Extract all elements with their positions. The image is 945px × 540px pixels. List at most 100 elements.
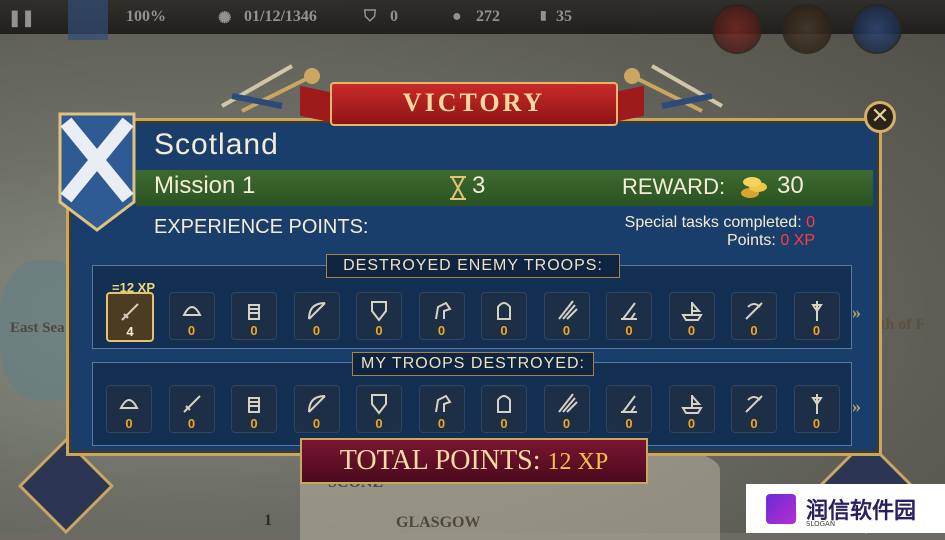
destroyed-unit-tile[interactable]: 0 <box>543 292 590 340</box>
special-tasks-value: 0 <box>806 214 815 231</box>
map-barrel-count: 1 <box>264 512 272 529</box>
reward-value: 30 <box>777 172 804 199</box>
gauntlet-icon <box>248 304 260 320</box>
catapult-icon <box>621 302 637 320</box>
destroyed-unit-tile[interactable]: 4 <box>106 292 154 342</box>
tech-circle-icon[interactable] <box>782 4 832 54</box>
close-button[interactable]: ✕ <box>864 101 896 133</box>
pike-icon <box>557 393 578 413</box>
pause-icon[interactable]: ❚❚ <box>8 8 35 28</box>
destroyed-unit-tile[interactable]: 0 <box>293 292 340 340</box>
lost-unit-tile[interactable]: 0 <box>606 385 652 433</box>
destroyed-unit-count: 0 <box>562 323 571 338</box>
destroyed-unit-count: 0 <box>750 323 758 338</box>
crossbow-icon <box>745 302 763 320</box>
destroyed-unit-count: 0 <box>437 323 446 338</box>
total-points-value: 12 XP <box>547 449 609 475</box>
shield-icon: ⛉ <box>364 8 377 25</box>
destroyed-unit-tile[interactable]: 0 <box>356 292 402 340</box>
barrel-icon: ▮ <box>540 8 547 22</box>
coins-count: 272 <box>476 8 500 25</box>
destroyed-next-arrow-icon[interactable]: » <box>852 302 861 323</box>
destroyed-unit-tile[interactable]: 0 <box>418 292 465 340</box>
destroyed-enemy-title: DESTROYED ENEMY TROOPS: <box>326 254 620 278</box>
bow-icon <box>307 395 326 413</box>
destroyed-unit-tile[interactable]: 0 <box>731 292 777 340</box>
victory-banner: VICTORY <box>330 82 618 126</box>
armored-horse-icon <box>497 395 511 413</box>
destroyed-unit-tile[interactable]: 0 <box>668 292 715 340</box>
lost-unit-count: 0 <box>125 416 133 431</box>
speed-percent: 100% <box>126 8 166 25</box>
sun-icon: ✺ <box>218 10 232 27</box>
destroyed-unit-tile[interactable]: 0 <box>793 292 840 340</box>
sword-icon <box>121 303 139 321</box>
helmet-icon <box>119 399 139 409</box>
special-tasks-label: Special tasks completed: <box>624 214 802 231</box>
lost-unit-tile[interactable]: 0 <box>231 385 277 433</box>
destroyed-unit-count: 0 <box>187 323 196 338</box>
special-tasks: Special tasks completed: 0 Points: 0 XP <box>625 214 815 250</box>
lost-unit-count: 0 <box>375 416 383 431</box>
lost-unit-tile[interactable]: 0 <box>418 385 465 433</box>
total-points-banner: TOTAL POINTS: 12 XP <box>300 438 648 484</box>
destroyed-unit-count: 0 <box>500 323 508 338</box>
lost-unit-tile[interactable]: 0 <box>793 385 840 433</box>
destroyed-unit-count: 4 <box>126 324 134 339</box>
lost-unit-count: 0 <box>500 416 508 431</box>
ship-icon <box>680 395 703 414</box>
total-points-label: TOTAL POINTS: <box>339 445 541 476</box>
gold-coins-icon <box>741 177 767 198</box>
destroyed-unit-tile[interactable]: 0 <box>231 292 277 340</box>
lost-unit-count: 0 <box>312 416 321 431</box>
lost-unit-tile[interactable]: 0 <box>481 385 527 433</box>
destroyed-unit-tile[interactable]: 0 <box>606 292 652 340</box>
lost-unit-tile[interactable]: 0 <box>668 385 715 433</box>
sword-xp-tag: =12 XP <box>112 280 156 295</box>
watermark-logo-icon <box>766 493 796 524</box>
horse-icon <box>434 394 452 413</box>
destroyed-unit-count: 0 <box>250 323 258 338</box>
horse-icon <box>434 301 452 320</box>
points-label: Points: <box>726 232 776 249</box>
ship-icon <box>680 302 703 321</box>
map-label-firth: th of F <box>880 316 926 333</box>
lost-unit-tile[interactable]: 0 <box>168 385 215 433</box>
lost-next-arrow-icon[interactable]: » <box>852 396 861 417</box>
game-date: 01/12/1346 <box>244 8 317 25</box>
shields-count: 0 <box>390 8 398 25</box>
country-name: Scotland <box>154 128 279 161</box>
my-troops-title: MY TROOPS DESTROYED: <box>352 352 594 376</box>
lost-unit-count: 0 <box>187 416 196 431</box>
bow-icon <box>307 302 326 320</box>
map-label-glasgow: GLASGOW <box>396 514 481 531</box>
player-flag-icon[interactable] <box>68 0 108 40</box>
hourglass-icon <box>450 176 466 200</box>
army-circle-icon[interactable] <box>712 4 762 54</box>
sword-icon <box>182 395 201 413</box>
lost-unit-count: 0 <box>812 416 821 431</box>
lost-unit-tile[interactable]: 0 <box>356 385 402 433</box>
watermark-slogan: SLOGAN <box>806 520 836 528</box>
coin-icon: ● <box>452 8 462 25</box>
reward-label: REWARD: <box>622 174 726 199</box>
knight-circle-icon[interactable] <box>852 4 902 54</box>
lost-unit-count: 0 <box>562 416 571 431</box>
destroyed-unit-tile[interactable]: 0 <box>168 292 215 340</box>
helmet-icon <box>181 306 202 316</box>
halberd-icon <box>810 301 823 321</box>
lost-unit-count: 0 <box>250 416 258 431</box>
lost-unit-tile[interactable]: 0 <box>543 385 590 433</box>
scotland-flag-shield <box>58 112 136 232</box>
pike-icon <box>557 300 578 320</box>
barrels-count: 35 <box>556 8 572 25</box>
turns-count: 3 <box>472 172 486 199</box>
lost-unit-count: 0 <box>750 416 758 431</box>
lost-unit-count: 0 <box>437 416 446 431</box>
lost-unit-tile[interactable]: 0 <box>293 385 340 433</box>
destroyed-unit-tile[interactable]: 0 <box>481 292 527 340</box>
destroyed-unit-count: 0 <box>812 323 821 338</box>
lost-unit-tile[interactable]: 0 <box>731 385 777 433</box>
trumpets-right-icon <box>624 64 723 113</box>
lost-unit-tile[interactable]: 0 <box>106 385 152 433</box>
